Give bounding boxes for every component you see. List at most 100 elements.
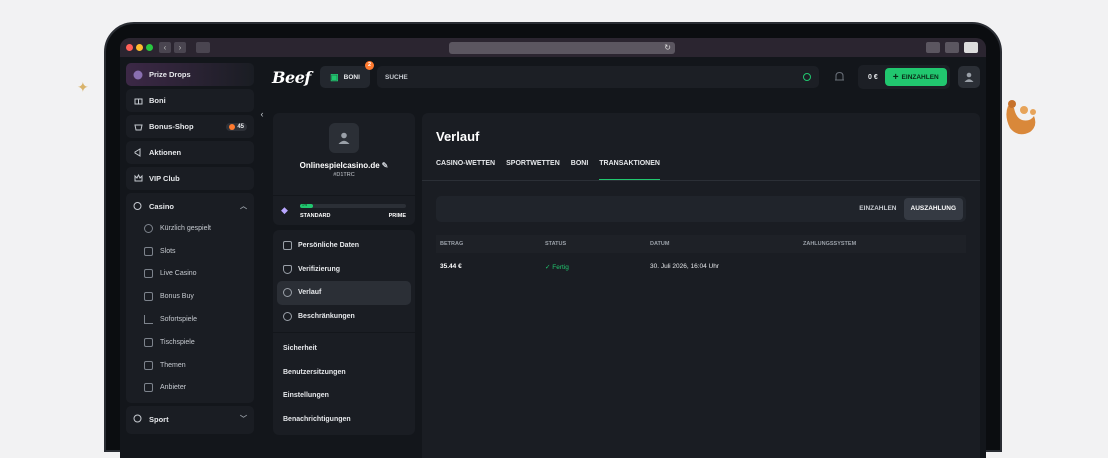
chart-icon xyxy=(144,315,153,325)
status-text: Fertig xyxy=(552,264,569,271)
menu-notifications[interactable]: Benachrichtigungen xyxy=(277,408,411,432)
sidebar-item-aktionen[interactable]: Aktionen xyxy=(126,141,254,164)
id-card-icon xyxy=(283,241,292,251)
menu-sessions[interactable]: Benutzersitzungen xyxy=(277,361,411,385)
filter-withdrawal[interactable]: AUSZAHLUNG xyxy=(903,198,963,220)
sidebar-item-label: Boni xyxy=(149,96,166,105)
maximize-dot[interactable] xyxy=(146,44,153,51)
menu-verification[interactable]: Verifizierung xyxy=(277,258,411,282)
bell-icon[interactable] xyxy=(834,71,846,83)
sidebar-subitem-tischspiele[interactable]: Tischspiele xyxy=(126,331,254,354)
profile-panel: Onlinespielcasino.de ✎ #D1TRC ◆ 1% STANDA… xyxy=(273,113,415,435)
history-panel: Verlauf CASINO-WETTEN SPORTWETTEN BONI T… xyxy=(422,113,980,458)
minimize-dot[interactable] xyxy=(136,44,143,51)
sidebar-subitem-label: Live Casino xyxy=(160,270,197,278)
forward-icon[interactable]: › xyxy=(174,42,186,53)
boni-label: BONI xyxy=(343,73,360,81)
sidebar-subitem-sofortspiele[interactable]: Sofortspiele xyxy=(126,308,254,331)
sidebar-item-boni[interactable]: Boni xyxy=(126,89,254,112)
bonus-buy-icon xyxy=(144,292,153,302)
dice-icon xyxy=(144,337,153,347)
tab-transactions[interactable]: TRANSAKTIONEN xyxy=(599,153,660,181)
search-input[interactable]: SUCHE xyxy=(377,66,819,88)
user-id: #D1TRC xyxy=(333,172,355,178)
menu-limits[interactable]: Beschränkungen xyxy=(277,305,411,329)
tab-boni[interactable]: BONI xyxy=(571,153,589,181)
column-payment-system: ZAHLUNGSSYSTEM xyxy=(803,241,857,247)
sidebar-item-casino[interactable]: Casino ︿ xyxy=(126,195,254,217)
screen: ‹ › ↻ Prize Drops Boni Bonus-Shop 45 Akt… xyxy=(120,38,986,458)
live-casino-icon xyxy=(144,269,153,279)
user-icon xyxy=(964,72,974,82)
page-title: Verlauf xyxy=(436,129,480,144)
crown-icon xyxy=(133,174,143,184)
sidebar-subitem-live-casino[interactable]: Live Casino xyxy=(126,263,254,286)
sidebar-subitem-label: Sofortspiele xyxy=(160,316,197,324)
sidebar-item-vip-club[interactable]: VIP Club xyxy=(126,167,254,190)
menu-settings[interactable]: Einstellungen xyxy=(277,384,411,408)
boni-button[interactable]: ▣ BONI 2 xyxy=(320,61,374,88)
laptop-frame: ‹ › ↻ Prize Drops Boni Bonus-Shop 45 Akt… xyxy=(104,22,1002,458)
balance[interactable]: 0 € xyxy=(868,74,878,81)
chevron-up-icon[interactable]: ︿ xyxy=(240,201,247,211)
reload-icon[interactable]: ↻ xyxy=(664,42,671,54)
profile-card: Onlinespielcasino.de ✎ #D1TRC ◆ 1% STANDA… xyxy=(273,113,415,225)
tabs-icon[interactable] xyxy=(945,42,959,53)
address-bar[interactable]: ↻ xyxy=(449,42,675,54)
edit-icon[interactable]: ✎ xyxy=(382,161,389,170)
cell-date: 30. Juli 2026, 16:04 Uhr xyxy=(650,263,720,270)
share-icon[interactable] xyxy=(926,42,940,53)
divider xyxy=(273,332,415,333)
deposit-button[interactable]: + EINZAHLEN xyxy=(884,68,947,86)
sidebar-item-sport[interactable]: Sport ﹀ xyxy=(126,408,254,430)
tab-sport-bets[interactable]: SPORTWETTEN xyxy=(506,153,560,181)
sidebar-subitem-label: Themen xyxy=(160,361,186,369)
progress-bar: 1% xyxy=(300,203,406,208)
collapse-sidebar-icon[interactable]: ‹ xyxy=(257,109,267,123)
sidebar-item-bonus-shop[interactable]: Bonus-Shop 45 xyxy=(126,115,254,138)
clock-icon xyxy=(144,223,153,233)
search-icon[interactable] xyxy=(803,73,811,81)
cell-status: ✓ Fertig xyxy=(545,263,569,271)
coin-count: 45 xyxy=(237,123,244,130)
level-progress: ◆ 1% STANDARD PRIME xyxy=(273,195,415,225)
sidebar-subitem-anbieter[interactable]: Anbieter xyxy=(126,377,254,400)
coin-icon xyxy=(229,123,236,130)
sidebar-subitem-label: Kürzlich gespielt xyxy=(160,224,211,232)
shield-icon xyxy=(283,264,292,274)
sidebar: Prize Drops Boni Bonus-Shop 45 Aktionen … xyxy=(120,57,260,458)
logo[interactable]: Beef xyxy=(272,68,320,87)
username-text: Onlinespielcasino.de xyxy=(299,161,380,170)
browser-chrome: ‹ › ↻ xyxy=(120,38,986,57)
profile-menu: Persönliche Daten Verifizierung Verlauf … xyxy=(273,230,415,435)
prize-drops-icon xyxy=(133,70,143,80)
sidebar-subitem-bonus-buy[interactable]: Bonus Buy xyxy=(126,285,254,308)
table-row: 35.44 € ✓ Fertig 30. Juli 2026, 16:04 Uh… xyxy=(436,256,966,278)
sidebar-group-casino: Casino ︿ Kürzlich gespielt Slots Live Ca… xyxy=(126,193,254,404)
user-menu-button[interactable] xyxy=(957,66,980,88)
ball-icon xyxy=(133,414,143,425)
sidebar-item-prize-drops[interactable]: Prize Drops xyxy=(126,63,254,86)
sparkle-decoration: ✦ xyxy=(77,79,89,95)
level-next: PRIME xyxy=(388,213,406,219)
menu-personal-data[interactable]: Persönliche Daten xyxy=(277,234,411,258)
menu-label: Persönliche Daten xyxy=(298,242,360,250)
sidebar-subitem-slots[interactable]: Slots xyxy=(126,240,254,263)
sidebar-toggle-icon[interactable] xyxy=(196,42,210,53)
wallet: 0 € + EINZAHLEN xyxy=(858,65,950,89)
avatar[interactable] xyxy=(329,123,359,153)
menu-history[interactable]: Verlauf xyxy=(277,281,411,305)
menu-label: Beschränkungen xyxy=(298,312,355,320)
sidebar-subitem-themen[interactable]: Themen xyxy=(126,354,254,377)
gem-icon: ◆ xyxy=(281,205,288,215)
sidebar-subitem-label: Bonus Buy xyxy=(160,293,194,301)
download-icon[interactable] xyxy=(964,42,978,53)
filter-deposit[interactable]: EINZAHLEN xyxy=(852,198,903,220)
menu-security[interactable]: Sicherheit xyxy=(277,337,411,361)
chevron-down-icon[interactable]: ﹀ xyxy=(240,414,247,424)
sidebar-subitem-recent[interactable]: Kürzlich gespielt xyxy=(126,217,254,240)
close-dot[interactable] xyxy=(126,44,133,51)
history-icon xyxy=(283,288,292,298)
tab-casino-bets[interactable]: CASINO-WETTEN xyxy=(436,153,495,181)
back-icon[interactable]: ‹ xyxy=(159,42,171,53)
